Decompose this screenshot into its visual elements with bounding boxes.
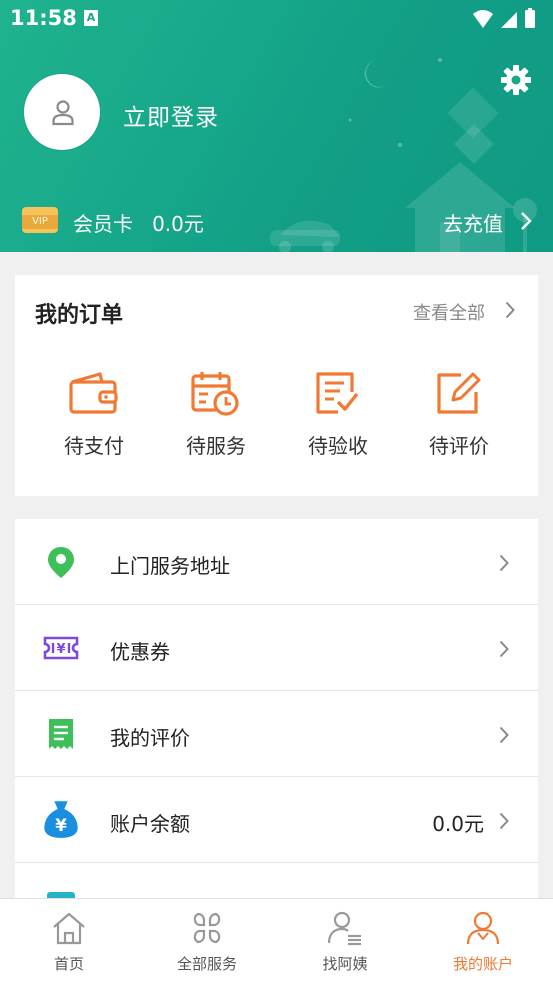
login-link[interactable]: 立即登录 (123, 98, 219, 132)
order-pending-service[interactable]: 待服务 (161, 370, 271, 470)
tab-label: 找阿姨 (322, 955, 368, 973)
coupon-icon: ¥ (43, 636, 79, 660)
menu-item-label: 优惠券 (110, 640, 170, 664)
battery-icon (525, 10, 535, 28)
menu-item-label: 上门服务地址 (110, 554, 230, 578)
user-account-icon (466, 911, 500, 945)
order-pending-payment[interactable]: 待支付 (39, 370, 149, 470)
notification-icon: A (84, 10, 98, 26)
chevron-right-icon (499, 554, 509, 572)
money-bag-icon: ¥ (44, 801, 78, 838)
account-menu: 上门服务地址 ¥ 优惠券 我的评价 ¥ 账户余额 0.0元 (15, 519, 538, 899)
signal-icon (501, 12, 517, 28)
status-bar: 11:58 A (0, 0, 553, 38)
orders-title: 我的订单 (35, 303, 124, 328)
order-label: 待评价 (429, 434, 489, 458)
tab-home[interactable]: 首页 (0, 899, 138, 984)
menu-item-partial[interactable] (15, 863, 538, 899)
gear-icon[interactable] (500, 64, 532, 96)
bottom-tab-bar: 首页 全部服务 找阿姨 我的账户 (0, 898, 553, 984)
tab-my-account[interactable]: 我的账户 (414, 899, 552, 984)
recharge-button[interactable]: 去充值 (443, 208, 503, 237)
svg-text:¥: ¥ (56, 642, 65, 657)
status-icons (473, 8, 535, 28)
status-time: 11:58 (10, 6, 77, 30)
tab-label: 全部服务 (176, 955, 237, 973)
edit-icon (437, 372, 481, 414)
chevron-right-icon[interactable] (505, 301, 515, 319)
account-balance-value: 0.0元 (432, 812, 484, 836)
tab-label: 首页 (53, 955, 84, 973)
avatar[interactable] (24, 74, 100, 150)
view-all-orders-link[interactable]: 查看全部 (413, 299, 485, 325)
calendar-clock-icon (191, 372, 239, 416)
review-doc-icon (49, 719, 73, 749)
member-card[interactable]: 会员卡 0.0元 (73, 208, 204, 237)
member-card-label: 会员卡 (73, 212, 133, 236)
vip-badge-label: VIP (22, 215, 58, 229)
grid-icon (193, 912, 221, 944)
order-pending-acceptance[interactable]: 待验收 (283, 370, 393, 470)
chevron-right-icon (499, 640, 509, 658)
member-balance: 0.0元 (152, 212, 204, 236)
order-label: 待验收 (308, 434, 368, 458)
order-label: 待支付 (64, 434, 124, 458)
vip-card-icon: VIP (22, 207, 58, 233)
order-pending-review[interactable]: 待评价 (404, 370, 514, 470)
menu-item-my-reviews[interactable]: 我的评价 (15, 691, 538, 777)
menu-item-label: 我的评价 (110, 726, 190, 750)
chevron-right-icon (499, 812, 509, 830)
tab-label: 我的账户 (452, 955, 513, 973)
tab-all-services[interactable]: 全部服务 (138, 899, 276, 984)
chevron-right-icon[interactable] (520, 211, 532, 231)
home-icon (53, 912, 85, 945)
location-pin-icon (48, 547, 74, 578)
tab-find-nanny[interactable]: 找阿姨 (276, 899, 414, 984)
menu-item-service-address[interactable]: 上门服务地址 (15, 519, 538, 605)
checklist-icon (316, 372, 359, 414)
chevron-right-icon (499, 726, 509, 744)
menu-item-coupons[interactable]: ¥ 优惠券 (15, 605, 538, 691)
person-list-icon (327, 911, 361, 946)
order-label: 待服务 (186, 434, 246, 458)
orders-card: 我的订单 查看全部 待支付 待服务 待验收 待评价 (15, 275, 538, 496)
default-user-icon (52, 100, 74, 126)
menu-item-label: 账户余额 (110, 812, 190, 836)
menu-item-account-balance[interactable]: ¥ 账户余额 0.0元 (15, 777, 538, 863)
svg-text:¥: ¥ (55, 816, 67, 835)
wallet-icon (69, 372, 118, 414)
wifi-icon (473, 10, 493, 28)
profile-header: 11:58 A 立即登录 VIP 会员卡 0.0元 去充值 (0, 0, 553, 252)
